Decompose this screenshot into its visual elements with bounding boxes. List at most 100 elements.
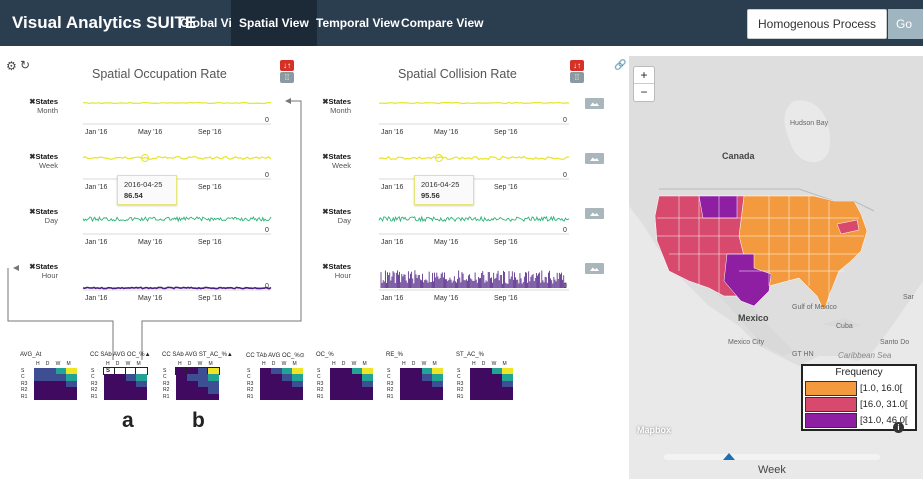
heatmap-label[interactable]: CC SAb AVG OC_%▲ [90,352,151,358]
heatmap-cell[interactable] [491,393,503,400]
sort-desc-icon[interactable]: ↓↑ [280,60,294,71]
y-zero-label: 0 [563,172,567,179]
map-label-gulf: Gulf of Mexico [792,304,837,311]
heatmap-cell[interactable] [330,393,341,400]
tab-spatial-view[interactable]: Spatial View [231,0,317,46]
zoom-out-button[interactable]: − [634,84,654,101]
sort-desc-icon[interactable]: ↓↑ [570,60,584,71]
heatmap-label[interactable]: CC SAb AVG ST_AC_%▲ [162,352,233,358]
zoom-in-button[interactable]: + [634,67,654,84]
heatmap-cell[interactable] [197,393,209,400]
heatmap-cell[interactable] [281,393,293,400]
collision-chart-title: Spatial Collision Rate [398,67,517,81]
road-icon[interactable]: ⁞⁞ [280,72,294,83]
chart-type-icon[interactable] [585,263,604,274]
heatmap-label[interactable]: ST_AC_% [456,352,484,358]
chart-type-icon[interactable] [585,153,604,164]
heatmap-cell[interactable] [480,393,492,400]
heatmap-cell[interactable] [502,393,513,400]
sparkline-chart[interactable]: Jan '16May '16Sep '160 [378,206,579,248]
zoom-control: + − [633,66,655,102]
heatmap-cell[interactable] [44,393,56,400]
heatmap-grid[interactable] [34,368,77,400]
tab-compare-view[interactable]: Compare View [393,0,491,46]
mapbox-logo[interactable]: Mapbox [637,425,671,435]
heatmap-label[interactable]: RE_% [386,352,403,358]
sparkline-chart[interactable]: Jan '16May '16Sep '160 [379,262,579,304]
sparkline-series [82,101,272,105]
heatmap-cell[interactable] [270,393,282,400]
row-label-day: ✖States Day [29,207,58,225]
heatmap-grid[interactable] [400,368,443,400]
selected-cell-label: S [106,368,111,374]
heatmap-cell[interactable] [400,393,411,400]
heatmap-cell[interactable] [470,393,481,400]
heatmap-cell[interactable] [260,393,271,400]
heatmap-cell[interactable] [136,393,147,400]
heatmap-grid[interactable] [260,368,303,400]
heatmap-cell[interactable] [34,393,45,400]
heatmap-cell[interactable] [208,393,219,400]
sparkline-chart[interactable]: Jan '16May '16Sep '160 [378,96,579,138]
gear-icon[interactable]: ⚙ [6,59,17,73]
heatmap-cell[interactable] [125,393,137,400]
sparkline-series [378,215,570,223]
app-brand[interactable]: Visual Analytics SUITE [12,13,196,33]
heatmap-cell[interactable] [410,393,422,400]
refresh-icon[interactable]: ↻ [20,58,30,72]
time-granularity-slider[interactable] [664,454,880,460]
slider-label: Week [758,464,786,476]
heatmap-grid[interactable] [103,366,148,400]
sparkline-chart[interactable]: Jan '16May '16Sep '160 [378,151,579,193]
map-label-mexico: Mexico [738,313,769,323]
sparkline-chart[interactable]: Jan '16May '16Sep '160 [82,262,281,304]
sparkline-chart[interactable]: Jan '16May '16Sep '160 [82,206,281,248]
heatmap-cell[interactable] [186,393,198,400]
x-tick-label: Sep '16 [198,239,222,246]
y-zero-label: 0 [563,117,567,124]
heatmap-cell[interactable] [340,393,352,400]
heatmap-cell[interactable] [351,393,363,400]
x-tick-label: Sep '16 [198,184,222,191]
heatmap-cell[interactable] [362,393,373,400]
heatmap-cell[interactable] [176,393,187,400]
process-select[interactable]: Homogenous Process [747,9,887,39]
heatmap-label[interactable]: CC TAb AVG OC_%⊙ [246,352,305,359]
row-label-week: ✖States Week [29,152,58,170]
sparkline-chart[interactable]: Jan '16May '16Sep '160 [82,151,281,193]
x-tick-label: Jan '16 [381,129,403,136]
heatmap-grid[interactable] [175,366,220,400]
heatmap-cell[interactable] [66,393,77,400]
sparkline-chart[interactable]: Jan '16May '16Sep '160 [82,96,281,138]
link-icon[interactable]: 🔗 [614,60,626,71]
chart-type-icon[interactable] [585,208,604,219]
frequency-legend: Frequency [1.0, 16.0[ [16.0, 31.0[ [31.0… [801,364,917,431]
heatmap-cell[interactable] [114,393,126,400]
heatmap-col-headers: H D W M [178,361,216,367]
x-tick-label: May '16 [434,295,458,302]
road-icon[interactable]: ⁞⁞ [570,72,584,83]
heatmap-label[interactable]: AVG_At [20,352,41,358]
x-tick-label: Sep '16 [494,184,518,191]
chart-tooltip: 2016-04-25 95.56 [414,175,474,205]
slider-thumb[interactable] [722,453,735,460]
heatmap-grid[interactable] [330,368,373,400]
heatmap-cell[interactable] [421,393,433,400]
heatmap-row-headers: S C R3 R2 R1 [91,368,98,400]
chart-tooltip: 2016-04-25 86.54 [117,175,177,205]
y-zero-label: 0 [265,283,269,290]
heatmap-row-headers: S C R3 R2 R1 [387,368,394,400]
heatmap-grid[interactable] [470,368,513,400]
heatmap-cell[interactable] [55,393,67,400]
heatmap-label[interactable]: OC_% [316,352,334,358]
go-button[interactable]: Go [888,9,923,39]
chart-type-icon[interactable] [585,98,604,109]
heatmap-cell[interactable] [104,393,115,400]
map-label-caribbean: Caribbean Sea [838,351,892,360]
y-zero-label: 0 [563,283,567,290]
annotation-a: a [122,409,134,432]
heatmap-row-headers: S C R3 R2 R1 [163,368,170,400]
heatmap-cell[interactable] [292,393,303,400]
info-icon[interactable]: i [893,422,904,433]
heatmap-cell[interactable] [432,393,443,400]
